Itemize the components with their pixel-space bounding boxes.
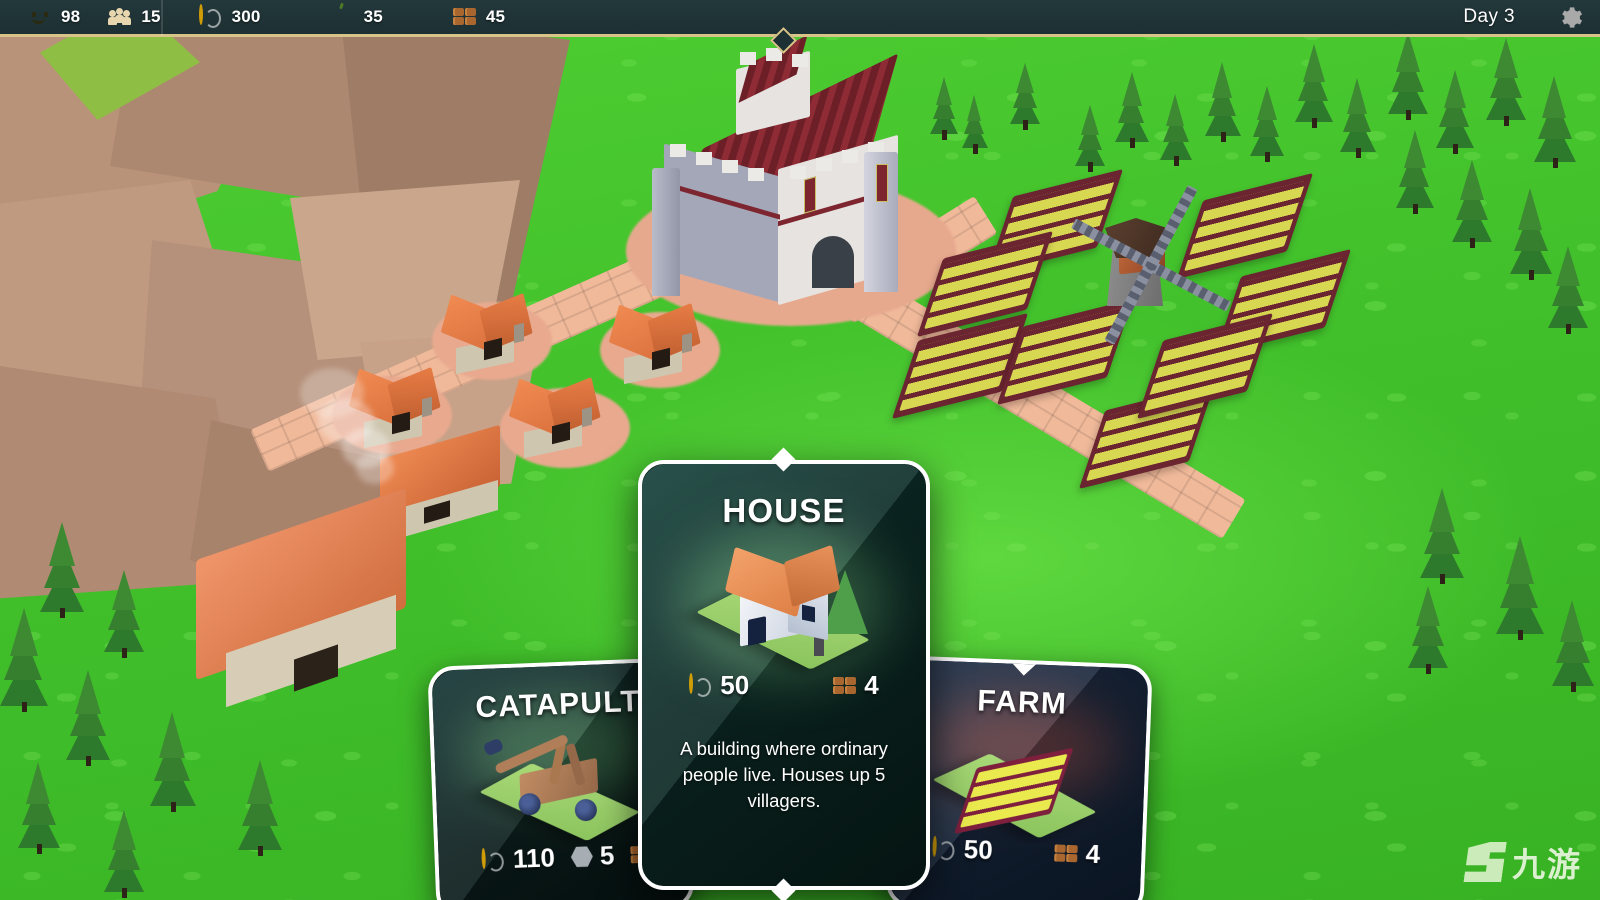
farm-icon: [930, 723, 1114, 850]
game-screen: 98 15 300 35 45 Day 3 CATAPULT 110 5 FAR…: [0, 0, 1600, 900]
coin-icon: [932, 835, 957, 860]
catapult-stone-value: 5: [599, 840, 615, 871]
cottage-building[interactable]: [508, 377, 601, 459]
stone-icon: [570, 845, 593, 868]
cottage-building[interactable]: [608, 303, 701, 385]
hud-resource-happiness[interactable]: 98: [0, 6, 80, 28]
house-wood-value: 4: [864, 670, 879, 700]
gear-icon[interactable]: [1557, 4, 1584, 31]
wood-logs-icon: [452, 7, 477, 27]
catapult-cost-stone: 5: [570, 840, 615, 873]
hud-resource-wood[interactable]: 45: [383, 7, 505, 27]
house-gold-value: 50: [720, 670, 750, 700]
catapult-gold-value: 110: [512, 842, 556, 874]
house-card-costs: 50 4: [642, 670, 926, 701]
hud-group-village: 98 15: [0, 0, 161, 36]
hud-resource-food[interactable]: 35: [261, 2, 383, 28]
longhouse-building[interactable]: [196, 487, 416, 708]
wood-logs-icon: [1054, 843, 1079, 864]
house-cost-gold: 50: [689, 670, 749, 701]
cottage-building[interactable]: [440, 293, 533, 375]
food-value: 35: [363, 7, 383, 26]
hud-group-resources: 300 35 45: [163, 0, 506, 36]
wood-logs-icon: [833, 676, 857, 696]
happiness-value: 98: [61, 7, 81, 26]
house-cost-wood: 4: [833, 670, 879, 701]
farm-cost-wood: 4: [1054, 837, 1101, 870]
farm-wood-value: 4: [1085, 838, 1101, 870]
wood-value: 45: [485, 7, 506, 26]
farm-cost-gold: 50: [932, 833, 993, 866]
coin-icon: [198, 4, 223, 28]
windmill-building[interactable]: [1070, 180, 1235, 346]
hud-resource-population[interactable]: 15: [80, 6, 160, 28]
day-counter: Day 3: [1463, 6, 1515, 27]
population-value: 15: [141, 7, 161, 26]
catapult-cost-gold: 110: [481, 842, 555, 876]
smoke-puff: [356, 452, 394, 484]
house-card-description: A building where ordinary people live. H…: [680, 738, 888, 811]
happy-face-icon: [28, 6, 52, 28]
top-hud-bar: 98 15 300 35 45 Day 3: [0, 0, 1600, 37]
house-icon: [692, 544, 884, 676]
hud-resource-gold[interactable]: 300: [163, 4, 261, 28]
watermark-logo-icon: [1461, 842, 1507, 882]
castle-building[interactable]: [640, 35, 940, 318]
apple-icon: [331, 2, 355, 28]
watermark-text: 九游: [1512, 845, 1582, 884]
house-card-title: HOUSE: [722, 492, 846, 529]
coin-icon: [689, 672, 713, 697]
gold-value: 300: [231, 7, 261, 26]
watermark: 九游: [1464, 838, 1582, 886]
build-card-house[interactable]: HOUSE 50 4 A building where ordinary peo…: [638, 447, 930, 900]
population-icon: [108, 6, 132, 28]
catapult-icon: [474, 726, 658, 853]
coin-icon: [481, 847, 507, 872]
farm-gold-value: 50: [963, 833, 994, 866]
